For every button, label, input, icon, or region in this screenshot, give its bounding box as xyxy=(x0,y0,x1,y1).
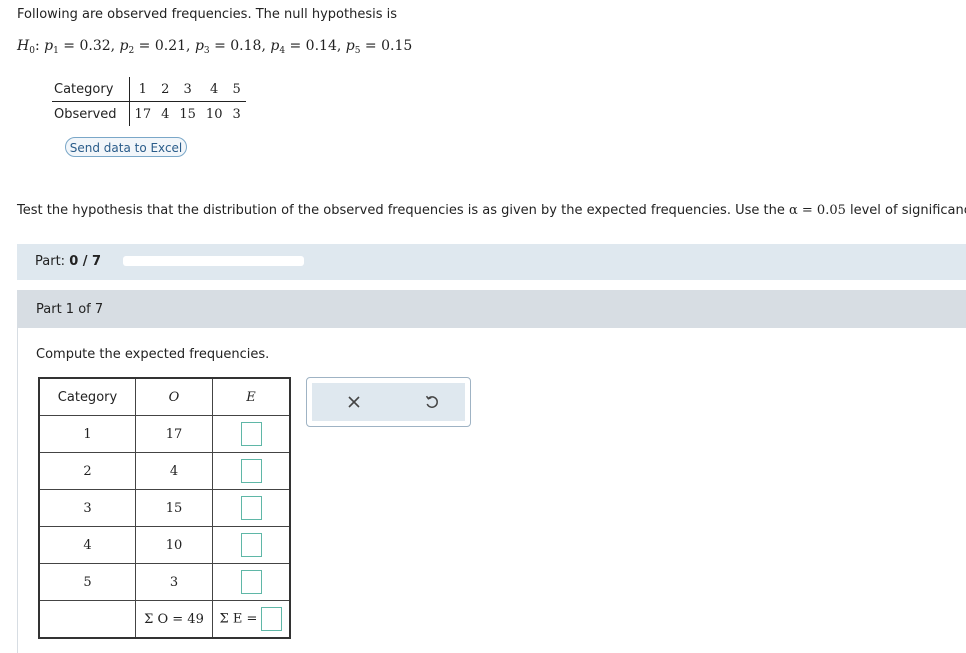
table-row: 3 15 xyxy=(38,489,291,527)
alpha-value: α = 0.05 xyxy=(788,203,846,218)
question-text: Compute the expected frequencies. xyxy=(36,347,270,362)
table-row: 4 10 xyxy=(38,526,291,564)
observed-cell: 4 xyxy=(161,106,170,122)
table-row: 1 17 xyxy=(38,415,291,453)
observed-cell: 15 xyxy=(135,489,213,527)
part-header: Part 1 of 7 xyxy=(17,290,966,328)
answer-tools xyxy=(306,377,471,427)
h-symbol: H xyxy=(17,38,30,54)
category-cell: 2 xyxy=(156,77,175,102)
expected-input[interactable] xyxy=(240,533,262,557)
observed-cell: 17 xyxy=(134,106,152,122)
expected-input[interactable] xyxy=(240,422,262,446)
p4-term: p4 = 0.14, xyxy=(270,38,346,56)
expected-cell xyxy=(212,489,291,527)
category-row: Category 1 2 3 4 5 xyxy=(52,77,246,102)
sum-expected-cell: Σ E = xyxy=(212,600,291,639)
category-header: Category xyxy=(38,377,136,416)
category-cell: 4 xyxy=(200,77,228,102)
expected-input[interactable] xyxy=(240,496,262,520)
observed-row: Observed 17 4 15 10 3 xyxy=(52,101,246,126)
x-icon[interactable] xyxy=(347,395,361,409)
instruction-text: Test the hypothesis that the distributio… xyxy=(17,203,966,218)
observed-label: Observed xyxy=(52,101,130,126)
p1-term: p1 = 0.32, xyxy=(44,38,120,56)
null-hypothesis: H0: p1 = 0.32, p2 = 0.21, p3 = 0.18, p4 … xyxy=(17,38,413,56)
p5-term: p5 = 0.15 xyxy=(345,38,413,56)
intro-text: Following are observed frequencies. The … xyxy=(17,7,398,22)
sum-observed: Σ O = 49 xyxy=(135,600,213,639)
part-progress-label: Part: 0 / 7 xyxy=(35,254,102,269)
sum-expected-input[interactable] xyxy=(261,607,283,631)
observed-cell: 4 xyxy=(135,452,213,490)
o-header: O xyxy=(135,377,213,416)
category-cell: 2 xyxy=(38,452,136,490)
e-header: E xyxy=(212,377,291,416)
observed-cell: 10 xyxy=(135,526,213,564)
expected-input[interactable] xyxy=(240,570,262,594)
part-header-label: Part 1 of 7 xyxy=(36,302,104,317)
observed-cell: 3 xyxy=(232,106,241,122)
progress-bar-panel: Part: 0 / 7 xyxy=(17,244,966,280)
answer-tools-bar xyxy=(312,383,465,421)
category-cell: 3 xyxy=(174,77,201,102)
header-row: Category O E xyxy=(38,377,291,416)
p2-term: p2 = 0.21, xyxy=(119,38,195,56)
observed-frequencies-table: Category 1 2 3 4 5 Observed 17 4 15 10 3 xyxy=(52,77,246,126)
observed-cell: 17 xyxy=(135,415,213,453)
undo-icon[interactable] xyxy=(424,394,440,410)
table-row: 5 3 xyxy=(38,563,291,601)
category-cell: 4 xyxy=(38,526,136,564)
category-cell: 3 xyxy=(38,489,136,527)
expected-cell xyxy=(212,452,291,490)
part-progress-value: 0 / 7 xyxy=(69,254,102,269)
part-body-border xyxy=(17,328,18,653)
observed-cell: 10 xyxy=(205,106,223,122)
category-cell: 5 xyxy=(38,563,136,601)
category-cell: 5 xyxy=(227,77,246,102)
observed-cell: 15 xyxy=(179,106,196,122)
empty-cell xyxy=(38,600,136,639)
expected-cell xyxy=(212,563,291,601)
observed-cell: 3 xyxy=(135,563,213,601)
expected-cell xyxy=(212,415,291,453)
expected-frequencies-table: Category O E 1 17 2 4 3 15 4 10 5 3 Σ O … xyxy=(38,377,291,639)
category-cell: 1 xyxy=(38,415,136,453)
progress-bar xyxy=(123,256,304,266)
category-label: Category xyxy=(52,77,130,102)
expected-cell xyxy=(212,526,291,564)
send-to-excel-button[interactable]: Send data to Excel xyxy=(65,137,187,157)
table-row: 2 4 xyxy=(38,452,291,490)
p3-term: p3 = 0.18, xyxy=(194,38,271,56)
category-cell: 1 xyxy=(129,77,157,102)
expected-input[interactable] xyxy=(240,459,262,483)
sum-row: Σ O = 49 Σ E = xyxy=(38,600,291,639)
